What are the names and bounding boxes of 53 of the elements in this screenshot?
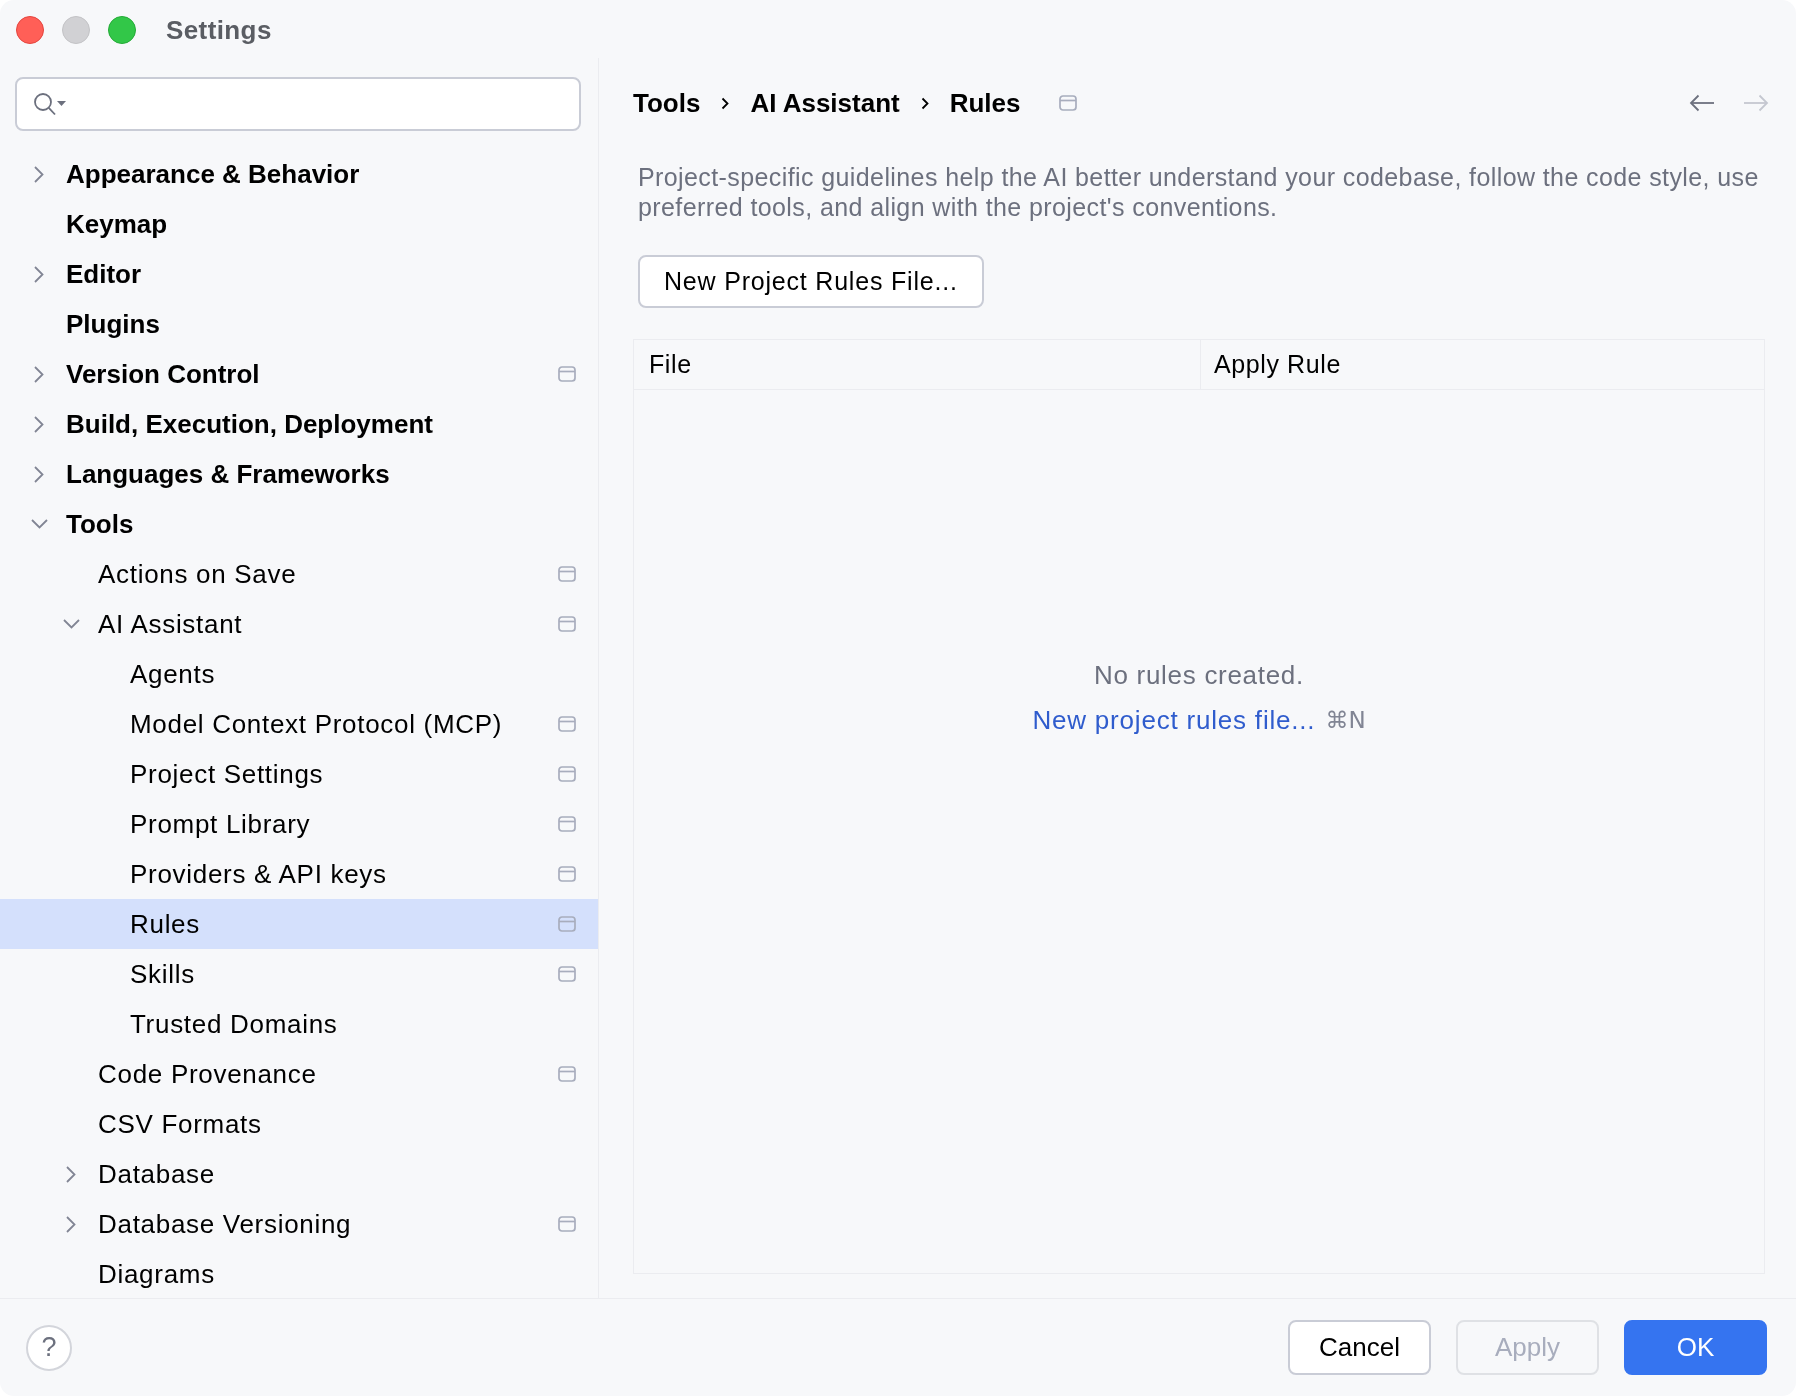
- chevron-down-icon[interactable]: [62, 619, 80, 629]
- tree-item[interactable]: Actions on Save: [0, 549, 598, 599]
- tree-item[interactable]: Rules: [0, 899, 598, 949]
- tree-item[interactable]: Diagrams: [0, 1249, 598, 1298]
- tree-item[interactable]: Skills: [0, 949, 598, 999]
- cancel-button[interactable]: Cancel: [1288, 1320, 1431, 1375]
- tree-item[interactable]: Prompt Library: [0, 799, 598, 849]
- tree-item[interactable]: Database: [0, 1149, 598, 1199]
- tree-item[interactable]: Plugins: [0, 299, 598, 349]
- tree-item[interactable]: Agents: [0, 649, 598, 699]
- close-button[interactable]: [16, 16, 44, 44]
- tree-item[interactable]: AI Assistant: [0, 599, 598, 649]
- window-title: Settings: [166, 14, 272, 46]
- chevron-right-icon[interactable]: [66, 1165, 76, 1183]
- ok-button[interactable]: OK: [1624, 1320, 1767, 1375]
- breadcrumb-item: Tools: [633, 87, 701, 119]
- breadcrumb-separator-icon: [721, 96, 730, 110]
- tree-item[interactable]: Database Versioning: [0, 1199, 598, 1249]
- tree-item[interactable]: Version Control: [0, 349, 598, 399]
- search-field[interactable]: [15, 77, 581, 131]
- shortcut-hint: ⌘N: [1325, 706, 1366, 735]
- tree-item[interactable]: Editor: [0, 249, 598, 299]
- chevron-right-icon[interactable]: [34, 365, 44, 383]
- chevron-right-icon[interactable]: [66, 1215, 76, 1233]
- tree-item[interactable]: Languages & Frameworks: [0, 449, 598, 499]
- tree-item[interactable]: Appearance & Behavior: [0, 149, 598, 199]
- zoom-button[interactable]: [108, 16, 136, 44]
- chevron-right-icon[interactable]: [34, 415, 44, 433]
- tree-item[interactable]: CSV Formats: [0, 1099, 598, 1149]
- back-button[interactable]: [1689, 94, 1715, 112]
- new-rules-file-link[interactable]: New project rules file...: [1032, 703, 1316, 737]
- search-icon[interactable]: [33, 91, 67, 117]
- description-text: Project-specific guidelines help the AI better understand your codebase, follow the code style, use preferred tools, and align with the project's conventions.: [638, 162, 1760, 222]
- breadcrumb-item: AI Assistant: [750, 87, 900, 119]
- breadcrumb-separator-icon: [920, 96, 929, 110]
- tree-item[interactable]: Model Context Protocol (MCP): [0, 699, 598, 749]
- tree-item[interactable]: Providers & API keys: [0, 849, 598, 899]
- column-header: File: [648, 349, 693, 380]
- chevron-down-icon[interactable]: [30, 519, 48, 529]
- column-header: Apply Rule: [1200, 340, 1764, 389]
- tree-item[interactable]: Keymap: [0, 199, 598, 249]
- help-button[interactable]: ?: [26, 1324, 72, 1371]
- tree-item[interactable]: Project Settings: [0, 749, 598, 799]
- new-rules-file-button[interactable]: New Project Rules File...: [638, 255, 984, 308]
- empty-state-text: No rules created.: [1094, 659, 1304, 692]
- chevron-right-icon[interactable]: [34, 265, 44, 283]
- chevron-right-icon[interactable]: [34, 165, 44, 183]
- breadcrumb-item: Rules: [949, 87, 1021, 119]
- tree-item[interactable]: Build, Execution, Deployment: [0, 399, 598, 449]
- chevron-right-icon[interactable]: [34, 465, 44, 483]
- tree-item[interactable]: Code Provenance: [0, 1049, 598, 1099]
- tree-item[interactable]: Trusted Domains: [0, 999, 598, 1049]
- tree-item[interactable]: Tools: [0, 499, 598, 549]
